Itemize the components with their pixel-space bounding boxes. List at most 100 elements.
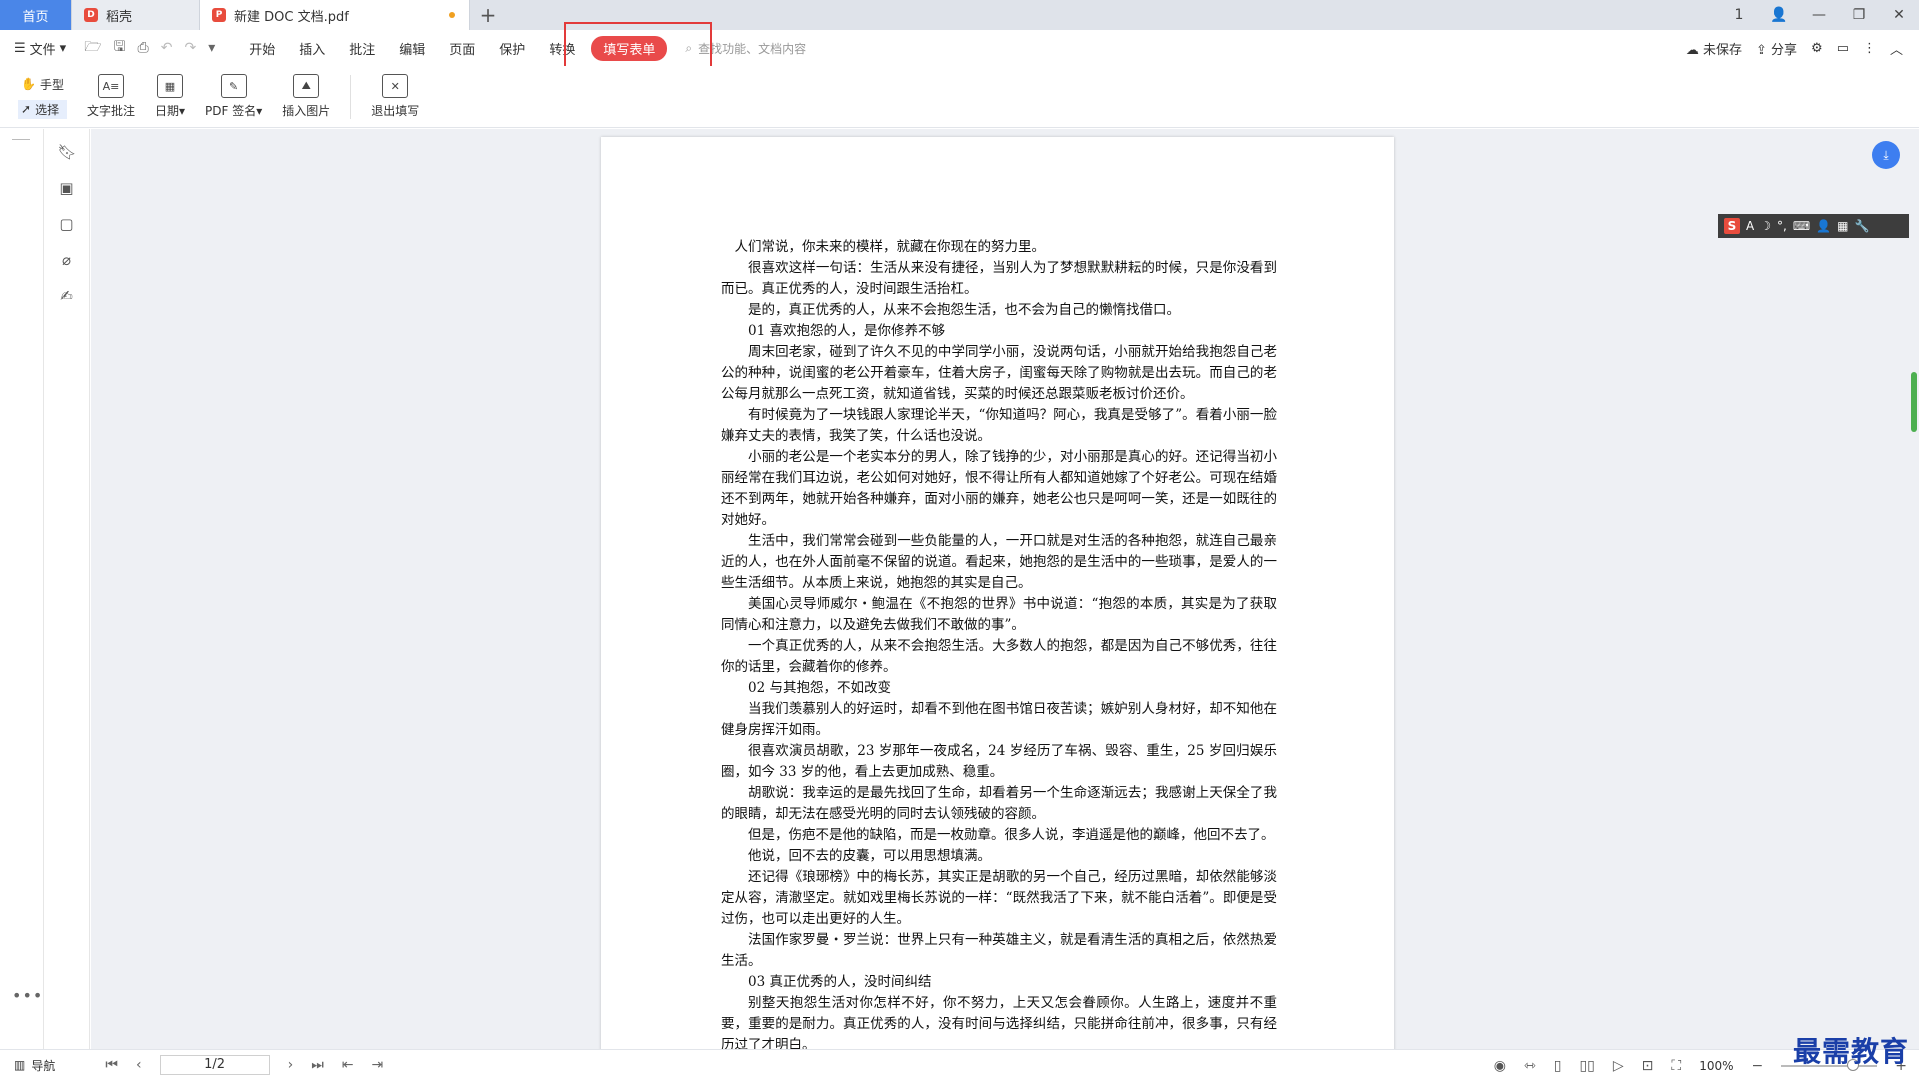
print-icon[interactable]: ⎙ (138, 40, 149, 56)
forward-icon[interactable]: ⇥ (372, 1057, 384, 1073)
cloud-icon: ☁ (1685, 42, 1699, 58)
menu-bar: ☰ 文件 ▾ 🗁 🖫 ⎙ ↶ ↷ ▾ 开始 插入 批注 编辑 页面 保护 转换 … (0, 30, 1919, 66)
pdf-sign-label: PDF 签名▾ (205, 104, 263, 118)
hamburger-icon: ☰ (14, 40, 26, 56)
zoom-level[interactable]: 100% (1699, 1059, 1733, 1073)
signature-icon[interactable]: ✍ (58, 287, 76, 305)
section-heading: 03 真正优秀的人，没时间纠结 (748, 974, 932, 990)
layout-icon[interactable]: 1 (1719, 7, 1759, 23)
undo-icon[interactable]: ↶ (161, 40, 173, 56)
paragraph: 生活中，我们常常会碰到一些负能量的人，一开口就是对生活的各种抱怨，就连自己最亲近… (721, 533, 1277, 591)
more-dots-icon[interactable]: ••• (12, 986, 43, 1005)
search-placeholder: 查找功能、文档内容 (698, 41, 807, 56)
tab-protect[interactable]: 保护 (487, 39, 537, 58)
tab-home[interactable]: 首页 (0, 0, 72, 30)
tools-icon[interactable]: 🔧 (1854, 219, 1869, 233)
more-icon[interactable]: ▾ (208, 40, 215, 56)
moon-icon[interactable]: ☽ (1760, 219, 1771, 233)
attachment-icon[interactable]: ⌀ (58, 251, 76, 269)
tab-document-label: 新建 DOC 文档.pdf (234, 9, 349, 25)
punct-icon[interactable]: °, (1777, 219, 1787, 233)
sogou-icon[interactable]: S (1724, 218, 1740, 234)
tab-page[interactable]: 页面 (437, 39, 487, 58)
tab-insert[interactable]: 插入 (287, 39, 337, 58)
thumbnail-icon[interactable]: ▣ (58, 179, 76, 197)
insert-image-label: 插入图片 (282, 104, 331, 118)
back-icon[interactable]: ⇤ (342, 1057, 354, 1073)
exit-fill-button[interactable]: ✕ 退出填写 (371, 69, 419, 125)
eye-icon[interactable]: ◉ (1494, 1058, 1506, 1074)
unsaved-label: 未保存 (1702, 42, 1742, 58)
tab-annotate[interactable]: 批注 (337, 39, 387, 58)
vertical-scrollbar[interactable] (1909, 129, 1919, 1049)
status-bar: ▥ 导航 ⏮ ‹ 1/2 › ⏭ ⇤ ⇥ ◉ ⇿ ▯ ▯▯ ▷ ⊡ ⛶ 100%… (0, 1049, 1919, 1080)
ime-mode-icon[interactable]: A (1746, 219, 1754, 233)
skin-icon[interactable]: ▦ (1837, 219, 1848, 233)
fit-width-icon[interactable]: ⇿ (1524, 1058, 1536, 1074)
play-icon[interactable]: ▷ (1613, 1058, 1624, 1074)
tab-home-label: 首页 (22, 9, 49, 25)
nav-icon: ▥ (14, 1058, 26, 1072)
zoom-out-icon[interactable]: − (1752, 1058, 1764, 1074)
new-tab-button[interactable]: + (470, 0, 506, 30)
share-button[interactable]: ⇪ 分享 (1756, 39, 1797, 58)
next-page-icon[interactable]: › (288, 1057, 294, 1073)
drag-handle[interactable] (12, 139, 30, 140)
watermark: 最需教育 (1792, 1035, 1909, 1068)
ribbon-toolbar: ✋ 手型 ➚ 选择 A≡ 文字批注 ▦ 日期▾ ✎ PDF 签名▾ ⛰ 插入图片 ✕… (0, 66, 1919, 128)
insert-image-button[interactable]: ⛰ 插入图片 (282, 69, 330, 125)
single-page-icon[interactable]: ▯ (1554, 1058, 1562, 1074)
paragraph: 他说，回不去的皮囊，可以用思想填满。 (748, 848, 991, 864)
share-icon: ⇪ (1755, 42, 1767, 58)
minimize-button[interactable]: — (1799, 7, 1839, 23)
paragraph: 很喜欢这样一句话：生活从来没有捷径，当别人为了梦想默默耕耘的时候，只是你没看到而… (721, 260, 1277, 297)
double-page-icon[interactable]: ▯▯ (1579, 1058, 1594, 1074)
bookmark-icon[interactable]: 🔖︎ (58, 143, 77, 161)
float-action-icon[interactable]: ⤓ (1872, 141, 1900, 169)
text-annotation-button[interactable]: A≡ 文字批注 (87, 69, 135, 125)
date-label: 日期▾ (154, 104, 186, 118)
user-icon[interactable]: 👤 (1816, 219, 1831, 233)
paragraph: 有时候竟为了一块钱跟人家理论半天，“你知道吗？阿心，我真是受够了”。看着小丽一脸… (721, 407, 1277, 444)
tab-daoke-label: 稻壳 (106, 9, 133, 25)
fit-page-icon[interactable]: ⛶ (1671, 1058, 1681, 1074)
more-menu-icon[interactable]: ⋮ (1863, 41, 1876, 56)
scrollbar-thumb[interactable] (1911, 372, 1917, 432)
date-text: 日期 (154, 104, 179, 118)
last-page-icon[interactable]: ⏭ (311, 1057, 324, 1073)
hand-tool[interactable]: ✋ 手型 (18, 75, 67, 94)
tab-start[interactable]: 开始 (237, 39, 287, 58)
select-tool[interactable]: ➚ 选择 (18, 99, 67, 119)
restore-button[interactable]: ❐ (1839, 7, 1879, 23)
open-icon[interactable]: 🗁 (84, 36, 101, 60)
page-input[interactable]: 1/2 (159, 1055, 270, 1075)
menu-right: ☁ 未保存 ⇪ 分享 ⚙ ▭ ⋮ ︿ (1686, 30, 1903, 66)
actual-size-icon[interactable]: ⊡ (1642, 1058, 1654, 1074)
keyboard-icon[interactable]: ⌨ (1793, 219, 1810, 233)
tab-document[interactable]: P 新建 DOC 文档.pdf (200, 0, 470, 30)
settings-icon[interactable]: ⚙ (1811, 41, 1823, 56)
unsaved-button[interactable]: ☁ 未保存 (1686, 39, 1742, 58)
tab-daoke[interactable]: D 稻壳 (72, 0, 200, 30)
redo-icon[interactable]: ↷ (184, 40, 196, 56)
pdf-sign-button[interactable]: ✎ PDF 签名▾ (205, 69, 262, 125)
paragraph: 胡歌说：我幸运的是最先找回了生命，却看着另一个生命逐渐远去；我感谢上天保全了我的… (721, 785, 1277, 822)
paragraph: 但是，伤疤不是他的缺陷，而是一枚勋章。很多人说，李逍遥是他的巅峰，他回不去了。 (748, 827, 1275, 843)
save-icon[interactable]: 🖫 (114, 36, 126, 60)
document-text: 人们常说，你未来的模样，就藏在你现在的努力里。 很喜欢这样一句话：生活从来没有捷径… (721, 237, 1277, 1056)
avatar[interactable]: 👤 (1759, 7, 1799, 23)
comment-panel-icon[interactable]: ▢ (58, 215, 76, 233)
first-page-icon[interactable]: ⏮ (105, 1057, 118, 1073)
nav-label: 导航 (31, 1058, 56, 1073)
comment-icon[interactable]: ▭ (1837, 41, 1849, 56)
calendar-icon: ▦ (157, 74, 183, 98)
file-menu[interactable]: ☰ 文件 ▾ (14, 39, 66, 58)
date-button[interactable]: ▦ 日期▾ (155, 69, 185, 125)
tab-edit[interactable]: 编辑 (387, 39, 437, 58)
prev-page-icon[interactable]: ‹ (136, 1057, 142, 1073)
nav-toggle[interactable]: ▥ 导航 (14, 1057, 55, 1074)
cursor-icon: ➚ (21, 102, 32, 116)
collapse-icon[interactable]: ︿ (1890, 39, 1903, 58)
close-button[interactable]: ✕ (1879, 7, 1919, 23)
text-annotation-icon: A≡ (97, 74, 124, 98)
